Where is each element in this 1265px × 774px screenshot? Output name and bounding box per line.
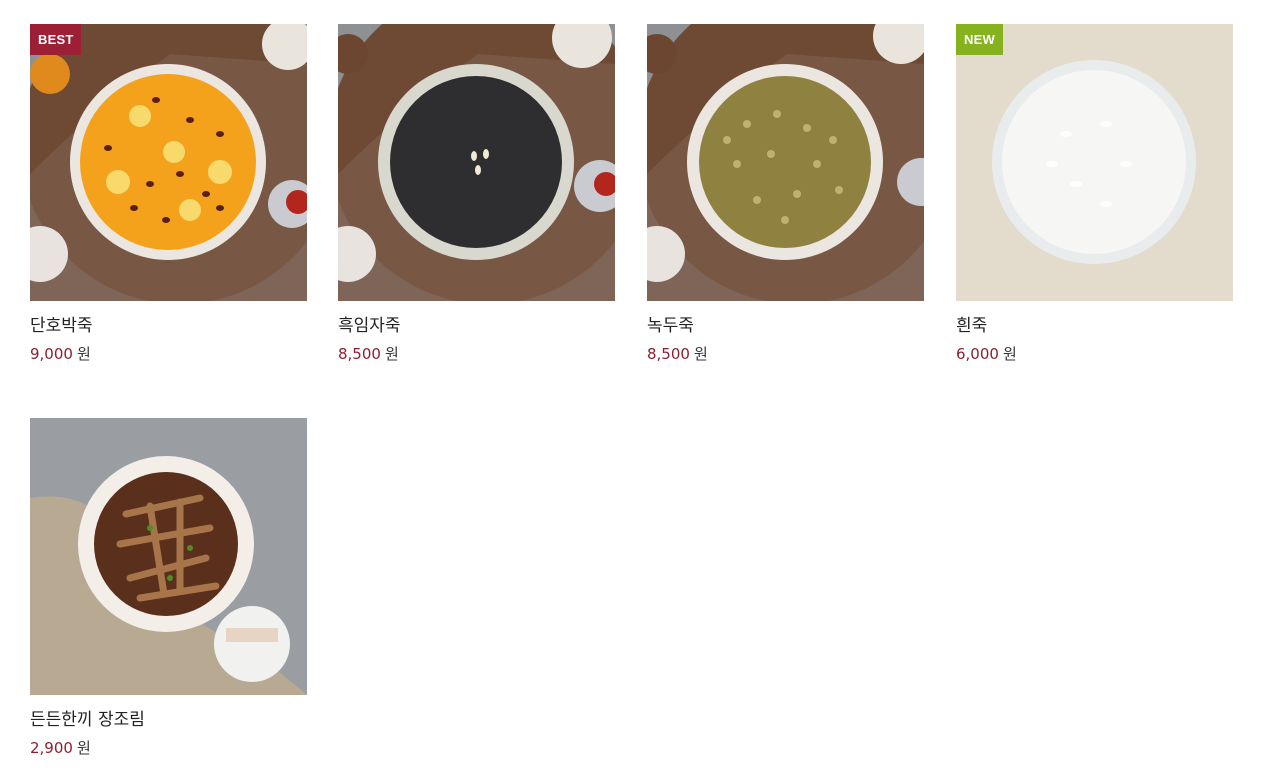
pumpkin-porridge-image: [30, 24, 307, 301]
product-card[interactable]: BEST 단호박죽 9,000 원: [30, 24, 307, 363]
product-price-row: 8,500 원: [647, 345, 924, 363]
product-name[interactable]: 든든한끼 장조림: [30, 710, 307, 730]
product-card[interactable]: 든든한끼 장조림 2,900 원: [30, 418, 307, 757]
new-badge: NEW: [956, 24, 1003, 55]
product-card[interactable]: 녹두죽 8,500 원: [647, 24, 924, 363]
product-image[interactable]: NEW: [956, 24, 1233, 301]
product-price: 9,000: [30, 345, 73, 363]
product-name[interactable]: 흰죽: [956, 316, 1233, 336]
product-price-row: 9,000 원: [30, 345, 307, 363]
product-image[interactable]: [647, 24, 924, 301]
white-rice-porridge-image: [956, 24, 1233, 301]
product-price-row: 2,900 원: [30, 739, 307, 757]
product-price-row: 6,000 원: [956, 345, 1233, 363]
product-card[interactable]: NEW 흰죽 6,000 원: [956, 24, 1233, 363]
mung-bean-porridge-image: [647, 24, 924, 301]
braised-beef-image: [30, 418, 307, 695]
price-unit: 원: [76, 739, 91, 757]
product-name[interactable]: 단호박죽: [30, 316, 307, 336]
product-image[interactable]: [30, 418, 307, 695]
product-price: 8,500: [338, 345, 381, 363]
price-unit: 원: [384, 345, 399, 363]
product-price: 2,900: [30, 739, 73, 757]
price-unit: 원: [693, 345, 708, 363]
price-unit: 원: [76, 345, 91, 363]
price-unit: 원: [1002, 345, 1017, 363]
product-price: 6,000: [956, 345, 999, 363]
product-name[interactable]: 녹두죽: [647, 316, 924, 336]
product-card[interactable]: 흑임자죽 8,500 원: [338, 24, 615, 363]
product-grid: BEST 단호박죽 9,000 원 흑임자죽 8,500 원 녹두죽 8,500…: [0, 0, 1265, 774]
product-price-row: 8,500 원: [338, 345, 615, 363]
black-sesame-porridge-image: [338, 24, 615, 301]
product-image[interactable]: BEST: [30, 24, 307, 301]
product-name[interactable]: 흑임자죽: [338, 316, 615, 336]
product-price: 8,500: [647, 345, 690, 363]
product-image[interactable]: [338, 24, 615, 301]
best-badge: BEST: [30, 24, 82, 55]
